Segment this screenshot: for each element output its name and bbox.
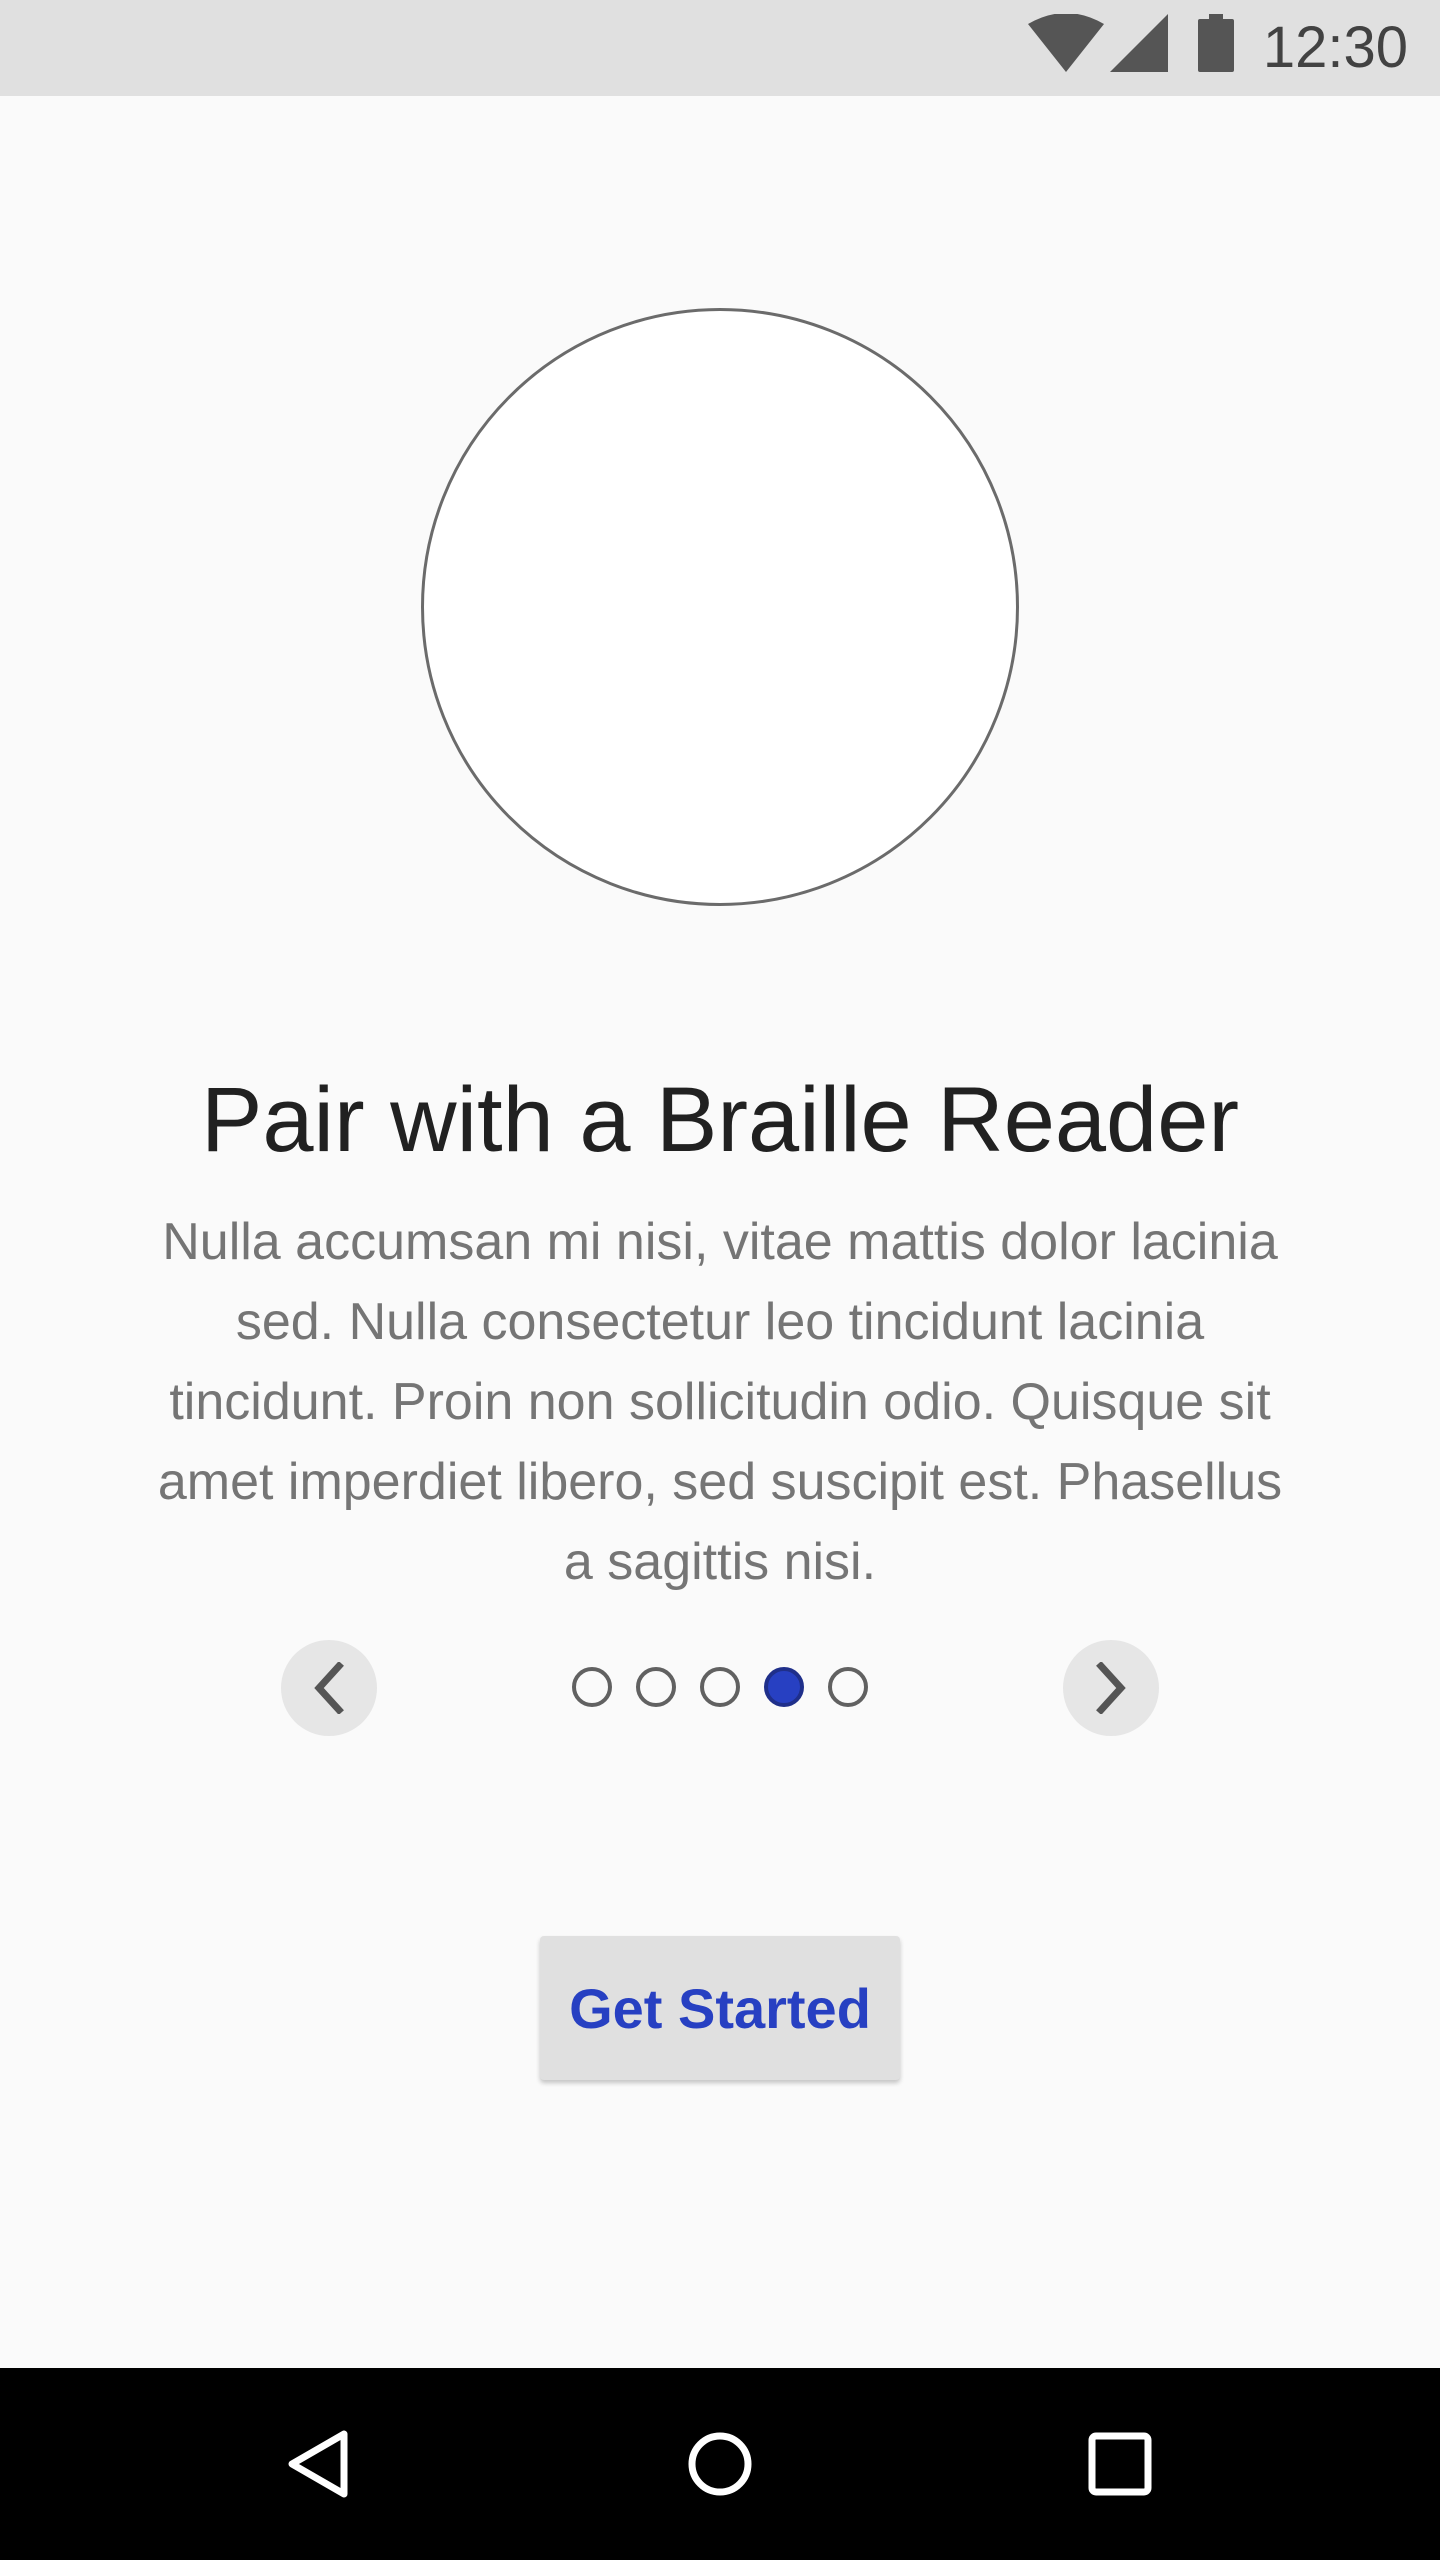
recents-icon	[1088, 2432, 1152, 2496]
status-bar: 12:30	[0, 0, 1440, 96]
get-started-button[interactable]: Get Started	[540, 1936, 900, 2080]
page-title: Pair with a Braille Reader	[200, 1069, 1239, 1171]
recents-button[interactable]	[1064, 2408, 1176, 2520]
home-button[interactable]	[664, 2408, 776, 2520]
status-time: 12:30	[1262, 15, 1408, 80]
home-icon	[688, 2432, 752, 2496]
chevron-left-icon	[314, 1662, 344, 1714]
previous-page-button[interactable]	[281, 1640, 377, 1736]
battery-icon	[1198, 14, 1234, 72]
next-page-button[interactable]	[1063, 1640, 1159, 1736]
page-indicator	[572, 1667, 868, 1707]
system-navigation-bar	[0, 2368, 1440, 2560]
wifi-icon	[1028, 14, 1104, 72]
page-dot-4-active[interactable]	[764, 1667, 804, 1707]
cellular-signal-icon	[1110, 14, 1168, 72]
back-icon	[288, 2430, 348, 2498]
page-dot-1[interactable]	[572, 1667, 612, 1707]
onboarding-screen: 12:30 Pair with a Braille Reader Nulla a…	[0, 0, 1440, 2560]
page-dot-2[interactable]	[636, 1667, 676, 1707]
onboarding-description: Nulla accumsan mi nisi, vitae mattis dol…	[157, 1213, 1283, 1591]
page-dot-3[interactable]	[700, 1667, 740, 1707]
chevron-right-icon	[1096, 1662, 1126, 1714]
back-button[interactable]	[264, 2408, 376, 2520]
page-dot-5[interactable]	[828, 1667, 868, 1707]
onboarding-illustration	[421, 308, 1019, 906]
